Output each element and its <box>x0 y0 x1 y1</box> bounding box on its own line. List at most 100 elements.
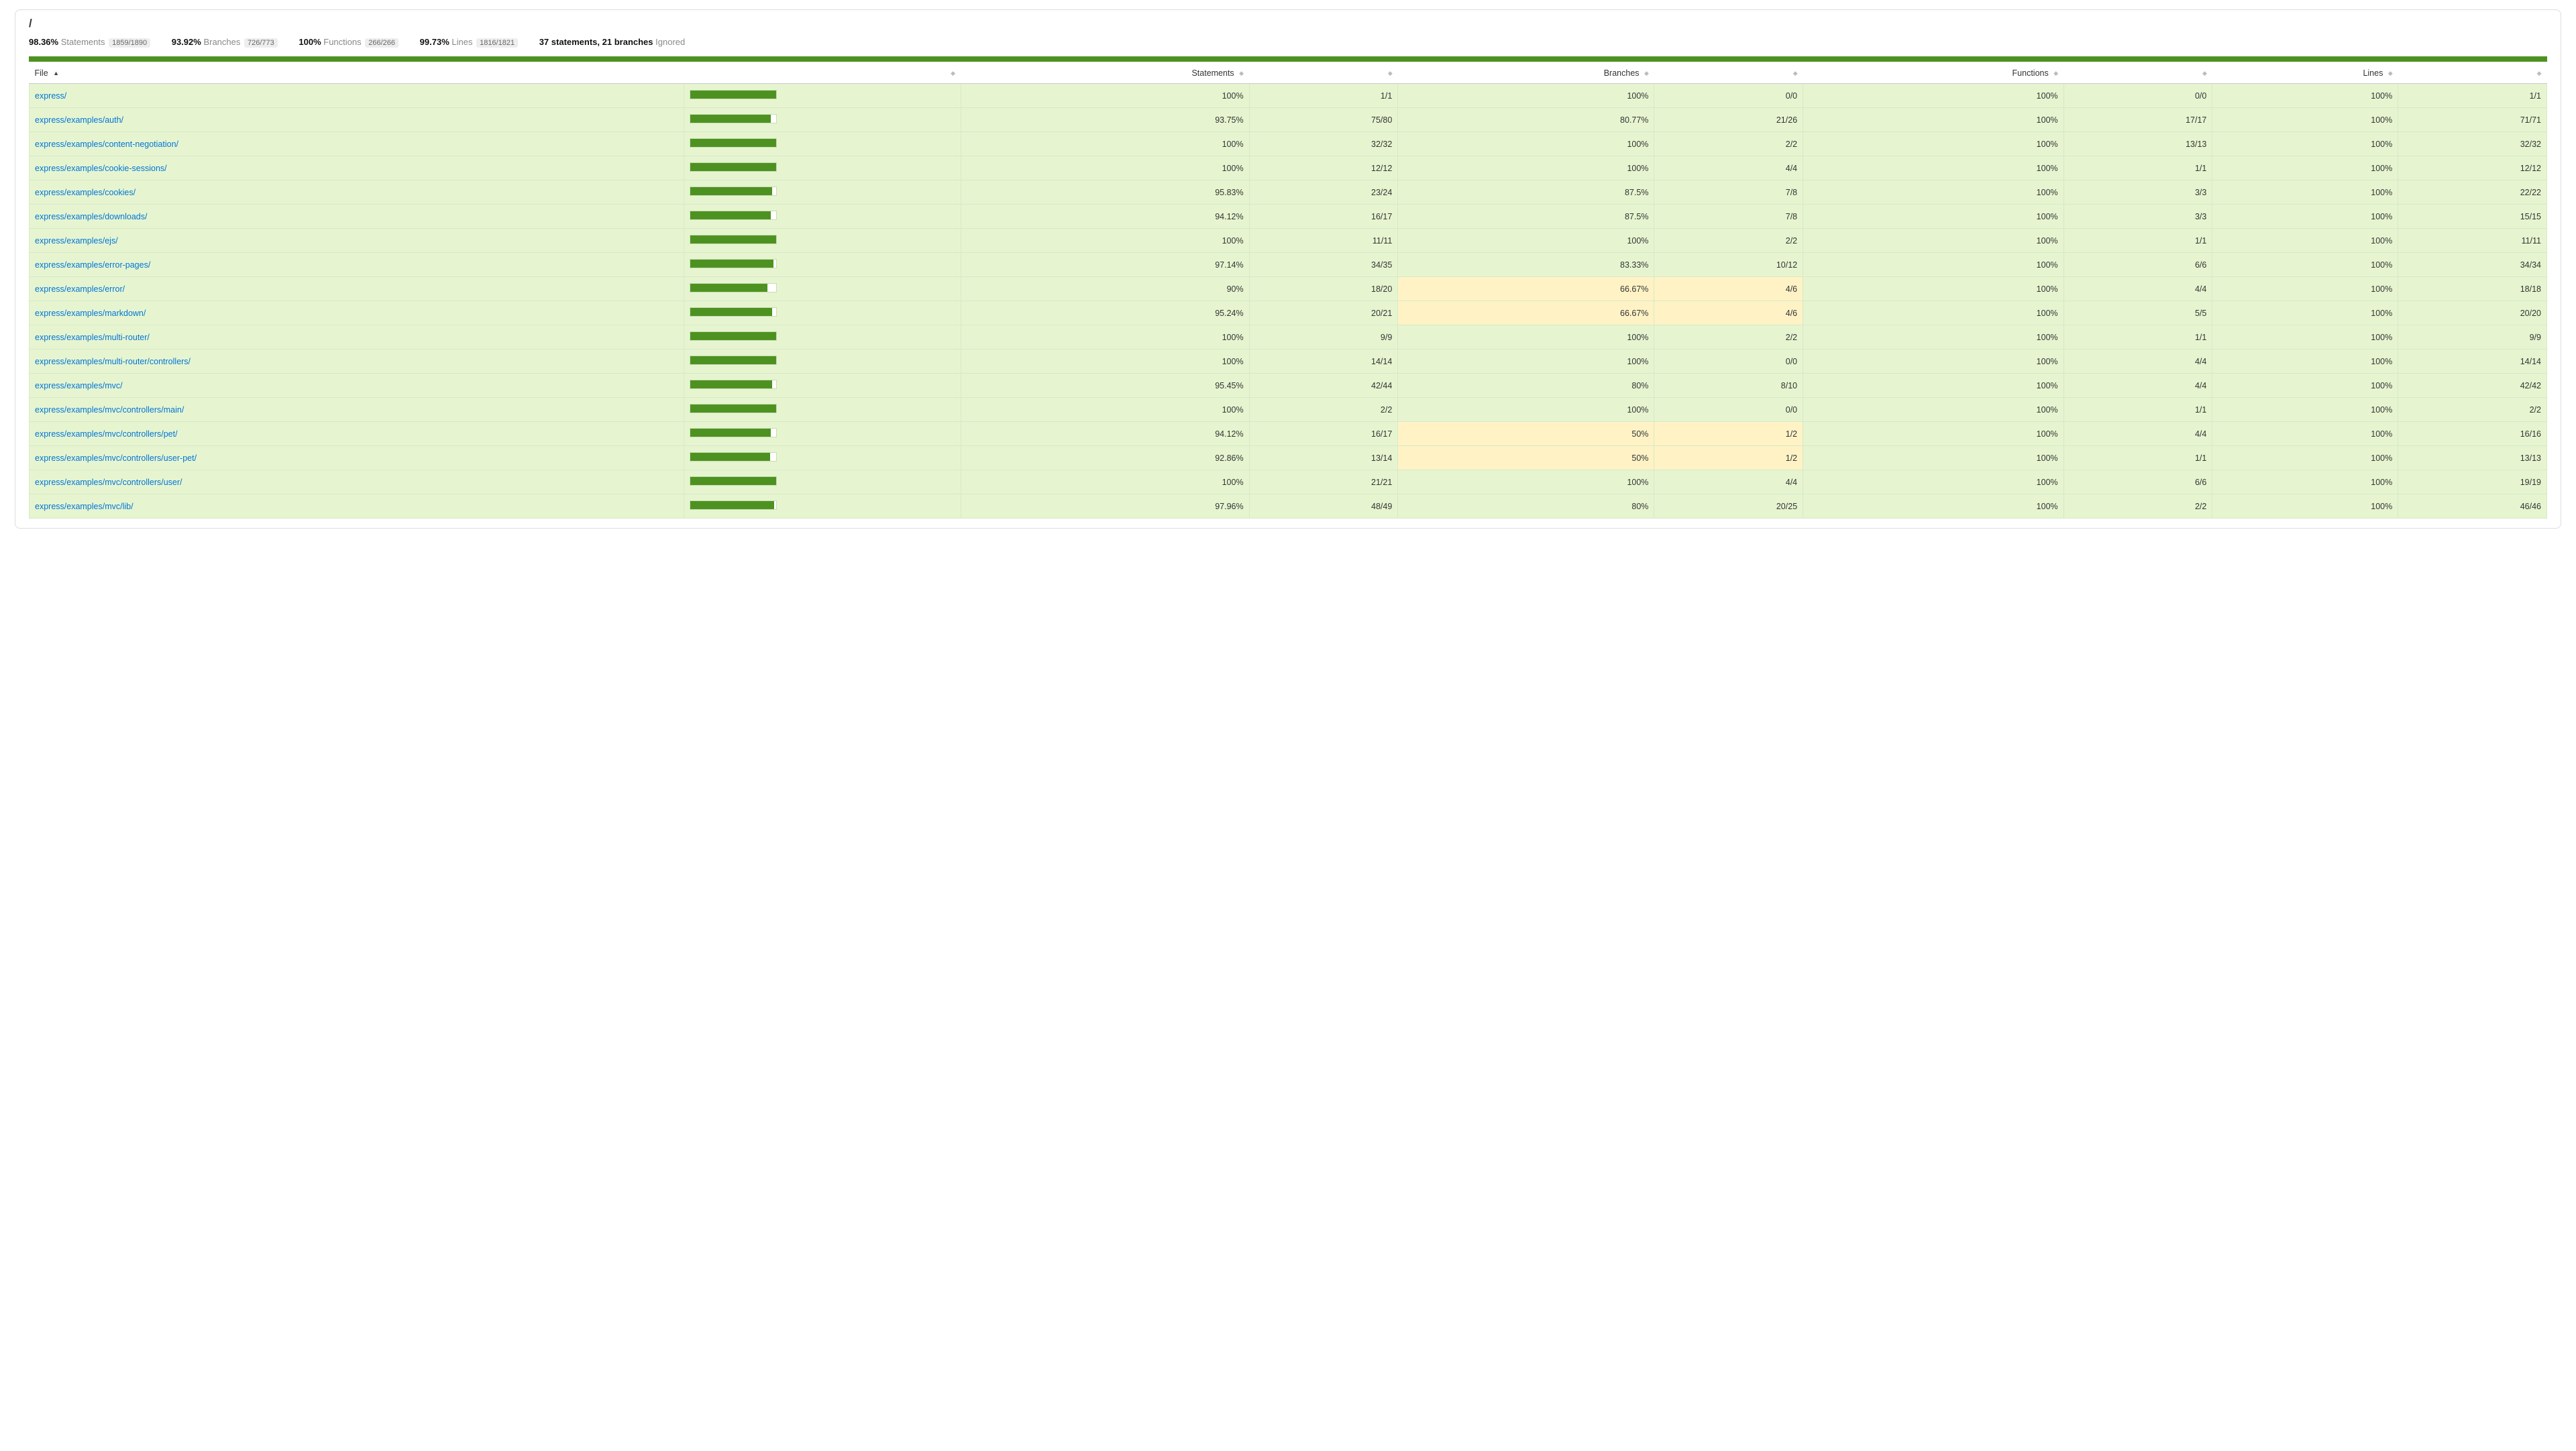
statements-frac: 48/49 <box>1249 494 1398 519</box>
statements-pct: 95.24% <box>961 301 1249 325</box>
statements-pct: 93.75% <box>961 108 1249 132</box>
file-link[interactable]: express/examples/mvc/controllers/user/ <box>35 478 182 487</box>
col-branches[interactable]: Branches ◆ <box>1398 62 1654 84</box>
summary-branches-label: Branches <box>203 37 240 47</box>
sort-icon: ◆ <box>2202 70 2207 76</box>
branches-frac: 4/6 <box>1654 277 1803 301</box>
col-statements-frac[interactable]: ◆ <box>1249 62 1398 84</box>
summary-ignored-count: 37 statements, 21 branches <box>539 37 653 47</box>
functions-frac: 4/4 <box>2063 277 2212 301</box>
file-cell: express/examples/multi-router/ <box>30 325 684 350</box>
statements-pct: 95.83% <box>961 180 1249 205</box>
bar-cell <box>684 205 961 229</box>
coverage-bar-fill <box>690 380 772 388</box>
coverage-bar <box>690 138 777 148</box>
coverage-bar <box>690 162 777 172</box>
coverage-table: File ▲ ◆ Statements ◆ ◆ Branches ◆ ◆ Fun… <box>29 62 2547 519</box>
coverage-bar-fill <box>690 163 776 171</box>
col-functions[interactable]: Functions ◆ <box>1803 62 2064 84</box>
col-functions-frac[interactable]: ◆ <box>2063 62 2212 84</box>
functions-frac: 4/4 <box>2063 422 2212 446</box>
coverage-bar-fill <box>690 356 776 364</box>
statements-pct: 100% <box>961 132 1249 156</box>
functions-pct: 100% <box>1803 374 2064 398</box>
summary-ignored: 37 statements, 21 branches Ignored <box>539 37 686 47</box>
lines-frac: 32/32 <box>2398 132 2547 156</box>
col-statements-label: Statements <box>1191 68 1234 78</box>
lines-frac: 20/20 <box>2398 301 2547 325</box>
file-link[interactable]: express/examples/auth/ <box>35 115 123 125</box>
file-link[interactable]: express/examples/error-pages/ <box>35 260 150 270</box>
file-link[interactable]: express/examples/markdown/ <box>35 309 146 318</box>
table-row: express/examples/mvc/controllers/pet/94.… <box>30 422 2547 446</box>
col-file[interactable]: File ▲ <box>30 62 684 84</box>
col-lines[interactable]: Lines ◆ <box>2212 62 2398 84</box>
summary-functions-frac: 266/266 <box>365 38 398 48</box>
coverage-bar-fill <box>690 211 771 219</box>
branches-frac: 4/6 <box>1654 301 1803 325</box>
functions-frac: 1/1 <box>2063 156 2212 180</box>
branches-frac: 8/10 <box>1654 374 1803 398</box>
file-link[interactable]: express/examples/mvc/ <box>35 381 123 390</box>
functions-frac: 17/17 <box>2063 108 2212 132</box>
functions-pct: 100% <box>1803 132 2064 156</box>
coverage-bar-fill <box>690 91 776 99</box>
coverage-bar <box>690 211 777 220</box>
file-cell: express/examples/mvc/controllers/main/ <box>30 398 684 422</box>
summary-statements-frac: 1859/1890 <box>109 38 150 48</box>
col-lines-frac[interactable]: ◆ <box>2398 62 2547 84</box>
lines-pct: 100% <box>2212 229 2398 253</box>
col-branches-frac[interactable]: ◆ <box>1654 62 1803 84</box>
lines-pct: 100% <box>2212 422 2398 446</box>
file-link[interactable]: express/examples/mvc/controllers/main/ <box>35 405 184 415</box>
file-link[interactable]: express/examples/downloads/ <box>35 212 147 221</box>
file-link[interactable]: express/examples/error/ <box>35 284 125 294</box>
functions-pct: 100% <box>1803 325 2064 350</box>
lines-pct: 100% <box>2212 374 2398 398</box>
file-link[interactable]: express/examples/mvc/controllers/pet/ <box>35 429 178 439</box>
table-row: express/examples/mvc/controllers/main/10… <box>30 398 2547 422</box>
lines-frac: 22/22 <box>2398 180 2547 205</box>
statements-pct: 97.96% <box>961 494 1249 519</box>
file-cell: express/examples/multi-router/controller… <box>30 350 684 374</box>
lines-frac: 2/2 <box>2398 398 2547 422</box>
file-link[interactable]: express/ <box>35 91 66 101</box>
summary-lines-pct: 99.73% <box>420 37 449 47</box>
lines-pct: 100% <box>2212 446 2398 470</box>
coverage-bar <box>690 452 777 462</box>
lines-pct: 100% <box>2212 494 2398 519</box>
col-statements[interactable]: Statements ◆ <box>961 62 1249 84</box>
table-row: express/examples/markdown/95.24%20/2166.… <box>30 301 2547 325</box>
functions-pct: 100% <box>1803 301 2064 325</box>
lines-pct: 100% <box>2212 301 2398 325</box>
functions-frac: 0/0 <box>2063 84 2212 108</box>
statements-pct: 100% <box>961 84 1249 108</box>
statements-pct: 100% <box>961 325 1249 350</box>
branches-pct: 100% <box>1398 132 1654 156</box>
file-link[interactable]: express/examples/content-negotiation/ <box>35 140 178 149</box>
table-row: express/examples/error-pages/97.14%34/35… <box>30 253 2547 277</box>
table-row: express/100%1/1100%0/0100%0/0100%1/1 <box>30 84 2547 108</box>
file-link[interactable]: express/examples/cookie-sessions/ <box>35 164 167 173</box>
table-row: express/examples/mvc/controllers/user-pe… <box>30 446 2547 470</box>
statements-pct: 97.14% <box>961 253 1249 277</box>
statements-frac: 13/14 <box>1249 446 1398 470</box>
statements-frac: 12/12 <box>1249 156 1398 180</box>
table-row: express/examples/multi-router/100%9/9100… <box>30 325 2547 350</box>
functions-pct: 100% <box>1803 494 2064 519</box>
file-link[interactable]: express/examples/mvc/controllers/user-pe… <box>35 453 197 463</box>
branches-frac: 0/0 <box>1654 84 1803 108</box>
file-link[interactable]: express/examples/multi-router/controller… <box>35 357 191 366</box>
coverage-bar <box>690 235 777 244</box>
statements-frac: 42/44 <box>1249 374 1398 398</box>
lines-frac: 1/1 <box>2398 84 2547 108</box>
file-link[interactable]: express/examples/ejs/ <box>35 236 118 246</box>
file-link[interactable]: express/examples/multi-router/ <box>35 333 150 342</box>
bar-cell <box>684 470 961 494</box>
file-link[interactable]: express/examples/mvc/lib/ <box>35 502 133 511</box>
col-file-sort[interactable]: ◆ <box>684 62 961 84</box>
file-link[interactable]: express/examples/cookies/ <box>35 188 136 197</box>
branches-pct: 83.33% <box>1398 253 1654 277</box>
statements-frac: 16/17 <box>1249 205 1398 229</box>
statements-frac: 14/14 <box>1249 350 1398 374</box>
